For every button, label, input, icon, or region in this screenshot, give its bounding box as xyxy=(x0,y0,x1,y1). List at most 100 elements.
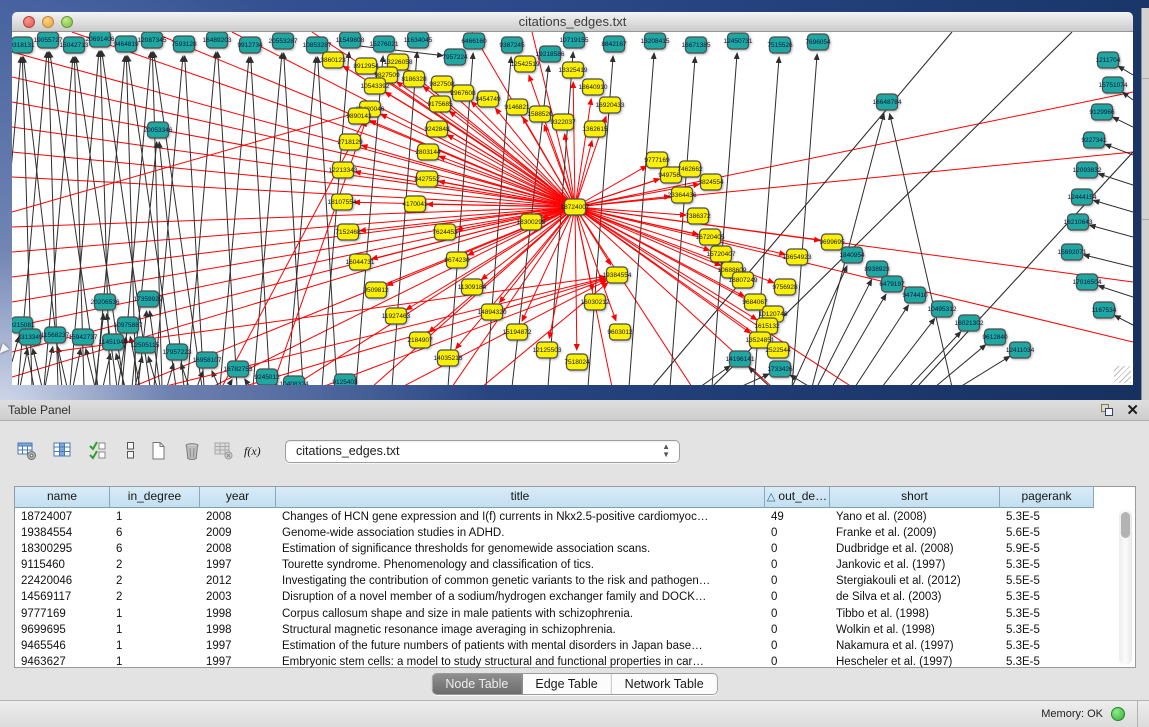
window-close-button[interactable] xyxy=(23,16,35,28)
table-cell-name[interactable]: 9115460 xyxy=(15,557,110,573)
resize-grip-icon[interactable] xyxy=(1114,366,1131,383)
graph-node[interactable]: 16489203 xyxy=(203,32,232,48)
column-header-in_degree[interactable]: in_degree xyxy=(110,487,200,508)
table-cell-out_degree[interactable]: 0 xyxy=(765,606,830,622)
graph-node[interactable]: 7696054 xyxy=(805,34,831,50)
graph-node[interactable]: 16920433 xyxy=(596,97,625,113)
memory-ok-indicator-icon[interactable] xyxy=(1111,707,1125,721)
table-select-dropdown[interactable]: citations_edges.txt ▲▼ xyxy=(285,440,680,463)
graph-node[interactable]: 8842167 xyxy=(601,36,627,52)
graph-node[interactable]: 2718129 xyxy=(337,134,363,150)
graph-node[interactable]: 4170041 xyxy=(402,196,428,212)
table-cell-in_degree[interactable]: 1 xyxy=(110,622,200,638)
table-cell-in_degree[interactable]: 1 xyxy=(110,606,200,622)
table-cell-pagerank[interactable]: 5.6E-5 xyxy=(1000,525,1094,541)
table-cell-name[interactable]: 9463627 xyxy=(15,654,110,670)
graph-node[interactable]: 16958107 xyxy=(193,352,222,368)
graph-node[interactable]: 10495312 xyxy=(928,301,957,317)
graph-node[interactable]: 8427552 xyxy=(414,171,440,187)
table-cell-title[interactable]: Tourette syndrome. Phenomenology and cla… xyxy=(276,557,765,573)
graph-node[interactable]: 9674230 xyxy=(444,252,470,268)
delete-column-icon[interactable] xyxy=(179,438,205,464)
network-canvas[interactable]: 9318131190557271504271320691406946481912… xyxy=(12,32,1133,385)
table-cell-name[interactable]: 14569117 xyxy=(15,589,110,605)
graph-node[interactable]: 7152468 xyxy=(335,224,361,240)
table-cell-out_degree[interactable]: 0 xyxy=(765,525,830,541)
graph-node[interactable]: 15942737 xyxy=(69,329,98,345)
graph-node[interactable]: 16671385 xyxy=(682,37,711,53)
graph-node[interactable]: 6466160 xyxy=(461,33,487,49)
close-panel-icon[interactable]: ✕ xyxy=(1126,401,1139,420)
graph-node[interactable]: 8454749 xyxy=(475,91,501,107)
table-cell-out_degree[interactable]: 0 xyxy=(765,573,830,589)
window-minimize-button[interactable] xyxy=(42,16,54,28)
graph-node[interactable]: 16210643 xyxy=(1064,214,1093,230)
graph-node[interactable]: 19218586 xyxy=(536,46,565,62)
graph-node[interactable]: 7386372 xyxy=(685,208,711,224)
table-cell-pagerank[interactable]: 5.3E-5 xyxy=(1000,622,1094,638)
graph-node[interactable]: 17016504 xyxy=(1073,274,1102,290)
graph-node[interactable]: 20553287 xyxy=(269,33,298,49)
delete-table-icon[interactable] xyxy=(211,438,237,464)
table-cell-pagerank[interactable]: 5.3E-5 xyxy=(1000,509,1094,525)
graph-node[interactable]: 10853287 xyxy=(303,37,332,53)
vertical-scrollbar[interactable] xyxy=(1119,510,1132,665)
table-cell-short[interactable]: Dudbridge et al. (2008) xyxy=(830,541,1000,557)
table-cell-in_degree[interactable]: 1 xyxy=(110,654,200,670)
table-cell-short[interactable]: Stergiakouli et al. (2012) xyxy=(830,573,1000,589)
graph-node[interactable]: 17957223 xyxy=(163,344,192,360)
column-header-name[interactable]: name xyxy=(15,487,110,508)
graph-node[interactable]: 19055727 xyxy=(34,32,63,48)
graph-node[interactable]: 7462662 xyxy=(677,161,703,177)
graph-node[interactable]: 9125403 xyxy=(332,374,358,385)
table-cell-title[interactable]: Disruption of a novel member of a sodium… xyxy=(276,589,765,605)
graph-node[interactable]: 12125503 xyxy=(533,342,562,358)
graph-node[interactable]: 18300295 xyxy=(517,214,546,230)
graph-node[interactable]: 12450731 xyxy=(724,33,753,49)
graph-node[interactable]: 12087345 xyxy=(138,32,167,48)
table-cell-year[interactable]: 2012 xyxy=(200,573,276,589)
tab-node-table[interactable]: Node Table xyxy=(432,674,522,694)
graph-node[interactable]: 7518024 xyxy=(564,354,590,370)
table-row[interactable]: 1872400712008Changes of HCN gene express… xyxy=(15,509,1119,525)
graph-node[interactable]: 9464819 xyxy=(113,36,139,52)
table-row[interactable]: 977716911998Corpus callosum shape and si… xyxy=(15,606,1119,622)
graph-node[interactable]: 9474410 xyxy=(902,287,928,303)
graph-node[interactable]: 16648784 xyxy=(873,94,902,110)
graph-node[interactable]: 9509812 xyxy=(363,282,389,298)
graph-node[interactable]: 13325419 xyxy=(559,62,588,78)
table-cell-pagerank[interactable]: 5.3E-5 xyxy=(1000,606,1094,622)
graph-node[interactable]: 1167534 xyxy=(1092,302,1117,318)
table-cell-out_degree[interactable]: 0 xyxy=(765,589,830,605)
table-cell-in_degree[interactable]: 2 xyxy=(110,573,200,589)
table-cell-in_degree[interactable]: 1 xyxy=(110,638,200,654)
graph-node[interactable]: 13208415 xyxy=(641,33,670,49)
graph-node[interactable]: 3313349 xyxy=(17,329,43,345)
table-row[interactable]: 946362711997Embryonic stem cells: a mode… xyxy=(15,654,1119,670)
table-cell-year[interactable]: 2009 xyxy=(200,525,276,541)
graph-node[interactable]: 9318131 xyxy=(12,37,35,53)
graph-node[interactable]: 7957224 xyxy=(442,49,468,65)
table-cell-name[interactable]: 19384554 xyxy=(15,525,110,541)
table-cell-short[interactable]: Tibbo et al. (1998) xyxy=(830,606,1000,622)
table-cell-out_degree[interactable]: 0 xyxy=(765,557,830,573)
new-column-icon[interactable] xyxy=(146,438,172,464)
graph-node[interactable]: 16030212 xyxy=(581,294,610,310)
graph-node[interactable]: 9322037 xyxy=(550,114,576,130)
graph-node[interactable]: 14196141 xyxy=(726,351,755,367)
select-columns-icon[interactable] xyxy=(50,438,76,464)
graph-node[interactable]: 13654923 xyxy=(783,249,812,265)
graph-node[interactable]: 11634045 xyxy=(404,32,433,48)
table-cell-title[interactable]: Estimation of the future numbers of pati… xyxy=(276,638,765,654)
table-cell-name[interactable]: 18300295 xyxy=(15,541,110,557)
tab-edge-table[interactable]: Edge Table xyxy=(522,674,611,694)
table-cell-title[interactable]: Genome-wide association studies in ADHD. xyxy=(276,525,765,541)
graph-node[interactable]: 16044731 xyxy=(346,254,375,270)
table-cell-out_degree[interactable]: 0 xyxy=(765,654,830,670)
column-header-pagerank[interactable]: pagerank xyxy=(1000,487,1094,508)
graph-node[interactable]: 12444154 xyxy=(1068,189,1097,205)
table-cell-short[interactable]: Hescheler et al. (1997) xyxy=(830,654,1000,670)
table-cell-year[interactable]: 1997 xyxy=(200,638,276,654)
graph-node[interactable]: 2803144 xyxy=(415,144,441,160)
graph-node[interactable]: 11927463 xyxy=(382,308,411,324)
